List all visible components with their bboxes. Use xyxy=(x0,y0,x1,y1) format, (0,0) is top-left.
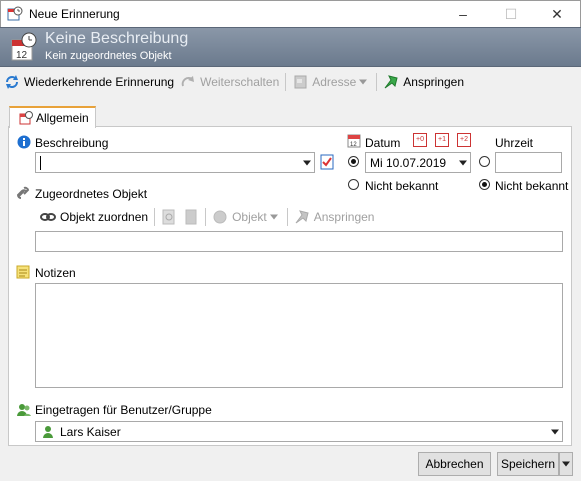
beschreibung-combobox[interactable] xyxy=(35,152,315,173)
document-search-icon[interactable] xyxy=(161,209,177,225)
recurring-label: Wiederkehrende Erinnerung xyxy=(24,75,175,89)
address-dropdown-button[interactable]: Adresse xyxy=(292,71,370,93)
jump-icon xyxy=(383,74,399,90)
header-banner: 12 Keine Beschreibung Kein zugeordnetes … xyxy=(0,27,581,67)
objekt-field[interactable] xyxy=(35,231,563,252)
user-icon xyxy=(41,424,55,443)
header-title: Keine Beschreibung xyxy=(45,30,189,47)
cancel-button[interactable]: Abbrechen xyxy=(418,452,491,476)
datum-unknown-radio[interactable] xyxy=(348,179,359,190)
minimize-button[interactable]: – xyxy=(448,4,478,24)
date-plus1-button[interactable]: +1 xyxy=(435,133,449,147)
notizen-label: Notizen xyxy=(35,266,76,280)
toolbar-separator xyxy=(205,208,207,226)
date-plus2-button[interactable]: +2 xyxy=(457,133,471,147)
objekt-anspringen-label: Anspringen xyxy=(313,210,375,224)
toolbar: Wiederkehrende Erinnerung Weiterschalten… xyxy=(4,70,578,94)
forward-button[interactable]: Weiterschalten xyxy=(180,71,279,93)
object-icon xyxy=(212,209,228,225)
objekt-label: Zugeordnetes Objekt xyxy=(35,187,148,201)
forward-icon xyxy=(180,74,196,90)
checklist-icon[interactable] xyxy=(320,154,334,173)
text-cursor xyxy=(40,156,41,170)
benutzer-combobox[interactable]: Lars Kaiser xyxy=(35,421,563,442)
chevron-down-icon xyxy=(269,212,281,222)
chevron-down-icon xyxy=(562,461,570,467)
svg-text:12: 12 xyxy=(350,142,357,148)
objekt-zuordnen-label: Objekt zuordnen xyxy=(60,210,149,224)
notizen-textarea[interactable] xyxy=(35,283,563,388)
window-title: Neue Erinnerung xyxy=(29,7,120,21)
objekt-anspringen-button[interactable]: Anspringen xyxy=(294,206,375,228)
uhrzeit-input[interactable] xyxy=(495,152,562,173)
chevron-down-icon xyxy=(551,429,559,434)
tab-label: Allgemein xyxy=(36,111,89,125)
calendar-icon: 12 xyxy=(347,134,361,151)
uhrzeit-unknown-label: Nicht bekannt xyxy=(495,179,569,193)
objekt-dropdown-label: Objekt xyxy=(232,210,267,224)
link-icon xyxy=(16,186,32,203)
objekt-dropdown-button[interactable]: Objekt xyxy=(212,206,281,228)
toolbar-separator xyxy=(376,73,378,91)
info-icon xyxy=(17,135,31,152)
datum-known-radio[interactable] xyxy=(348,156,359,167)
maximize-button[interactable]: ☐ xyxy=(496,4,526,24)
jump-icon xyxy=(294,209,310,225)
calendar-clock-icon: 12 xyxy=(10,32,38,65)
svg-text:12: 12 xyxy=(16,50,28,61)
datum-value: Mi 10.07.2019 xyxy=(370,156,447,170)
chevron-down-icon xyxy=(359,77,370,87)
toolbar-separator xyxy=(154,208,156,226)
datum-label: Datum xyxy=(365,136,401,150)
address-label: Adresse xyxy=(312,75,357,89)
uhrzeit-known-radio[interactable] xyxy=(479,156,490,167)
benutzer-label: Eingetragen für Benutzer/Gruppe xyxy=(35,403,212,417)
beschreibung-label: Beschreibung xyxy=(35,136,109,150)
toolbar-separator xyxy=(285,73,287,91)
close-button[interactable]: ✕ xyxy=(542,4,572,24)
address-book-icon xyxy=(292,74,308,90)
save-button[interactable]: Speichern xyxy=(497,452,559,476)
recurring-icon xyxy=(4,74,20,90)
uhrzeit-unknown-radio[interactable] xyxy=(479,179,490,190)
chevron-down-icon xyxy=(303,160,311,165)
jump-label: Anspringen xyxy=(403,75,464,89)
app-icon xyxy=(7,6,23,25)
benutzer-value: Lars Kaiser xyxy=(60,425,121,439)
save-dropdown-button[interactable] xyxy=(559,452,573,476)
users-icon xyxy=(16,402,32,421)
datum-unknown-label: Nicht bekannt xyxy=(365,179,439,193)
header-subtitle: Kein zugeordnetes Objekt xyxy=(45,50,172,62)
chevron-down-icon xyxy=(459,160,467,165)
datum-picker[interactable]: Mi 10.07.2019 xyxy=(365,152,471,173)
notes-icon xyxy=(16,265,30,282)
chain-link-icon xyxy=(40,209,56,225)
tab-allgemein[interactable]: Allgemein xyxy=(9,106,96,128)
forward-label: Weiterschalten xyxy=(200,75,280,89)
jump-button[interactable]: Anspringen xyxy=(383,71,464,93)
recurring-reminder-button[interactable]: Wiederkehrende Erinnerung xyxy=(4,71,174,93)
uhrzeit-label: Uhrzeit xyxy=(495,136,534,150)
date-today-button[interactable]: +0 xyxy=(413,133,427,147)
objekt-toolbar: Objekt zuordnen Objekt Anspringen xyxy=(40,206,374,228)
document-icon[interactable] xyxy=(183,209,199,225)
reminder-tab-icon xyxy=(19,111,33,128)
toolbar-separator xyxy=(286,208,288,226)
objekt-zuordnen-button[interactable]: Objekt zuordnen xyxy=(40,206,148,228)
title-bar: Neue Erinnerung – ☐ ✕ xyxy=(0,0,581,27)
